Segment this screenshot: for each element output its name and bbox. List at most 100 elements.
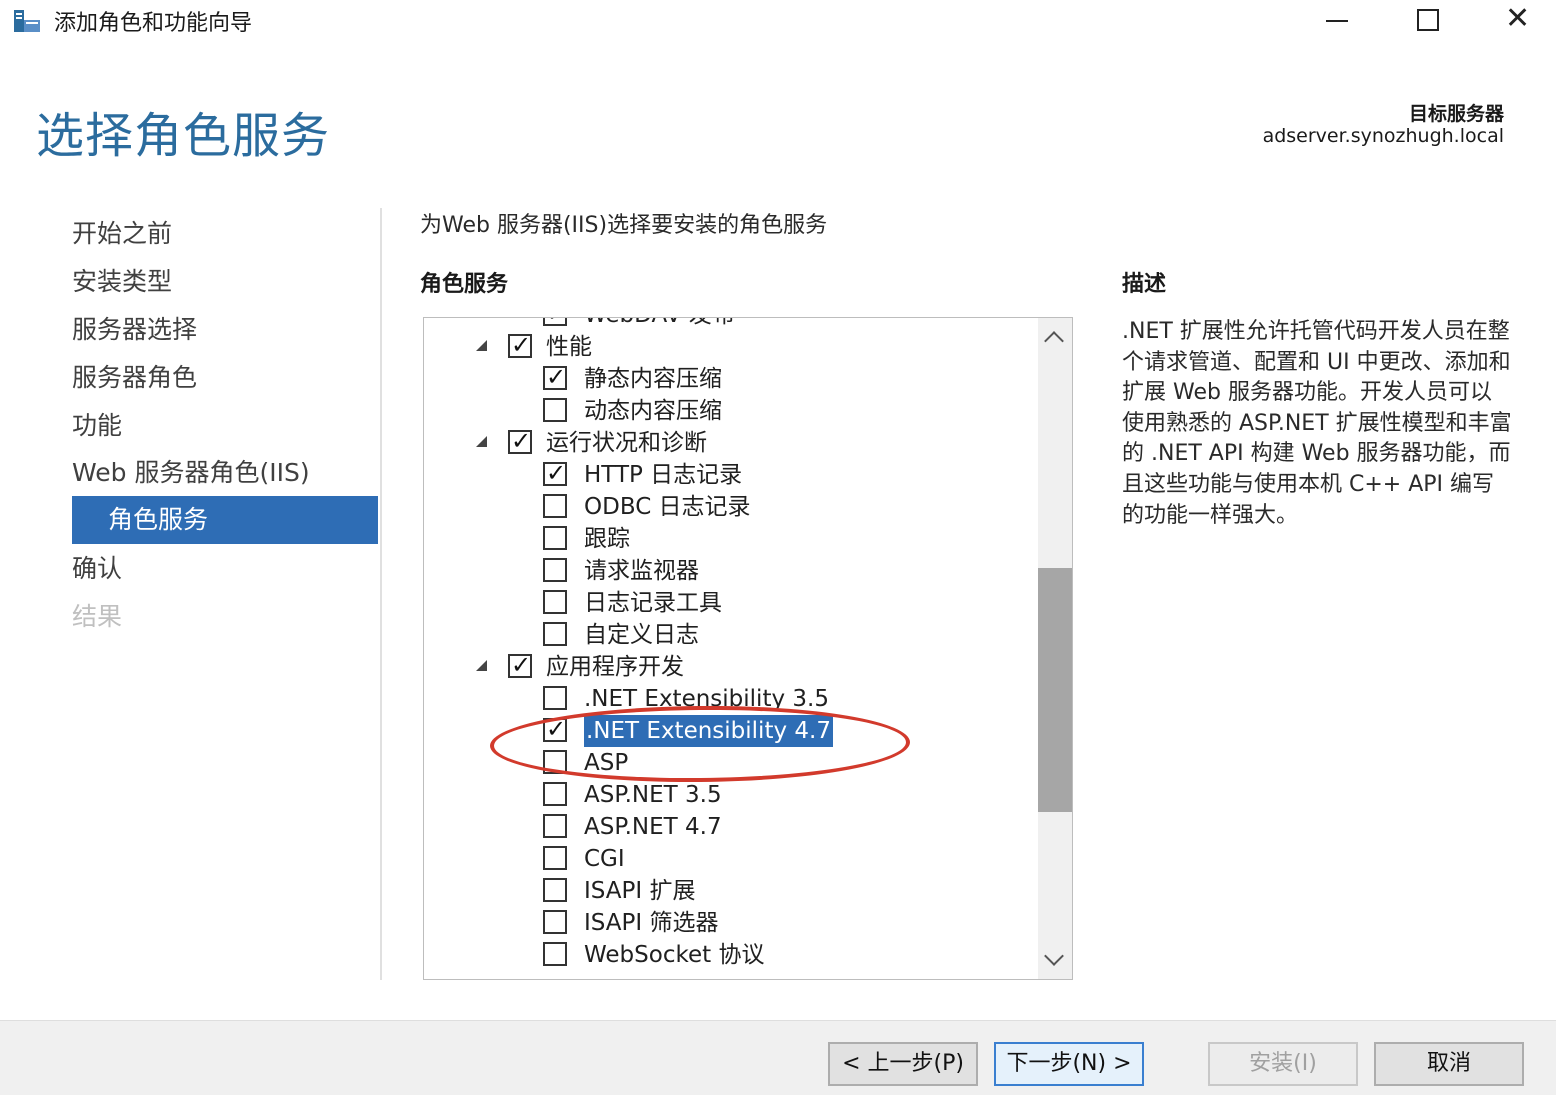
role-service-checkbox[interactable]: [543, 558, 567, 582]
tree-row[interactable]: 动态内容压缩: [424, 395, 1038, 427]
role-service-checkbox[interactable]: [543, 846, 567, 870]
nav-item-before-you-begin[interactable]: 开始之前: [72, 210, 172, 258]
scroll-down-button[interactable]: [1038, 943, 1072, 979]
close-button[interactable]: ✕: [1472, 0, 1556, 42]
tree-row[interactable]: ✓ 性能: [424, 331, 1038, 363]
title-bar: 添加角色和功能向导 ✕: [0, 0, 1556, 48]
tree-row[interactable]: WebSocket 协议: [424, 939, 1038, 971]
role-service-checkbox[interactable]: [543, 942, 567, 966]
minimize-icon: [1326, 20, 1348, 22]
role-service-checkbox[interactable]: ✓: [543, 318, 567, 327]
chevron-up-icon: [1044, 331, 1064, 351]
role-service-checkbox[interactable]: [543, 750, 567, 774]
target-server-label: 目标服务器: [1408, 103, 1504, 125]
tree-row[interactable]: ✓ WebDAV 发布: [424, 318, 1038, 331]
role-service-checkbox[interactable]: [543, 622, 567, 646]
nav-item-role-services[interactable]: 角色服务: [72, 496, 378, 544]
tree-row[interactable]: 跟踪: [424, 523, 1038, 555]
expand-collapse-icon[interactable]: [476, 436, 487, 447]
previous-button[interactable]: < 上一步(P): [828, 1042, 978, 1086]
tree-row[interactable]: ✓ 应用程序开发: [424, 651, 1038, 683]
expand-collapse-icon[interactable]: [476, 660, 487, 671]
role-service-label[interactable]: WebSocket 协议: [584, 939, 764, 971]
role-service-label[interactable]: ASP.NET 4.7: [584, 811, 722, 843]
role-service-label[interactable]: ASP: [584, 747, 628, 779]
tree-row[interactable]: 请求监视器: [424, 555, 1038, 587]
role-service-label[interactable]: 请求监视器: [584, 555, 699, 587]
scroll-up-button[interactable]: [1038, 318, 1072, 354]
role-service-checkbox[interactable]: [543, 686, 567, 710]
maximize-button[interactable]: [1381, 0, 1473, 42]
checkmark-icon: ✓: [511, 331, 532, 359]
tree-row[interactable]: ✓ 运行状况和诊断: [424, 427, 1038, 459]
role-service-checkbox[interactable]: ✓: [508, 427, 532, 455]
role-service-label[interactable]: .NET Extensibility 3.5: [584, 683, 829, 715]
role-service-checkbox[interactable]: [543, 590, 567, 614]
tree-row[interactable]: ASP.NET 3.5: [424, 779, 1038, 811]
tree-row[interactable]: 日志记录工具: [424, 587, 1038, 619]
instruction-text: 为Web 服务器(IIS)选择要安装的角色服务: [420, 213, 828, 238]
role-service-checkbox[interactable]: [543, 910, 567, 934]
role-service-label[interactable]: CGI: [584, 843, 625, 875]
role-service-label[interactable]: ISAPI 筛选器: [584, 907, 719, 939]
role-service-checkbox[interactable]: ✓: [543, 459, 567, 487]
role-service-label[interactable]: 跟踪: [584, 523, 630, 555]
nav-item-installation-type[interactable]: 安装类型: [72, 258, 172, 306]
role-service-label[interactable]: 性能: [546, 331, 592, 363]
tree-row[interactable]: ASP: [424, 747, 1038, 779]
role-service-checkbox[interactable]: [543, 398, 567, 422]
scroll-thumb[interactable]: [1038, 568, 1072, 812]
role-service-checkbox[interactable]: [543, 494, 567, 518]
role-service-label[interactable]: 自定义日志: [584, 619, 699, 651]
nav-item-features[interactable]: 功能: [72, 402, 122, 450]
tree-row[interactable]: ASP.NET 4.7: [424, 811, 1038, 843]
role-service-checkbox[interactable]: ✓: [543, 363, 567, 391]
role-service-label[interactable]: HTTP 日志记录: [584, 459, 742, 491]
expand-collapse-icon[interactable]: [476, 340, 487, 351]
nav-item-web-server-role[interactable]: Web 服务器角色(IIS): [72, 449, 310, 497]
tree-row[interactable]: ISAPI 扩展: [424, 875, 1038, 907]
tree-row[interactable]: 自定义日志: [424, 619, 1038, 651]
checkmark-icon: ✓: [511, 427, 532, 455]
role-service-label[interactable]: ASP.NET 3.5: [584, 779, 722, 811]
tree-row[interactable]: .NET Extensibility 3.5: [424, 683, 1038, 715]
nav-item-server-roles[interactable]: 服务器角色: [72, 354, 197, 402]
tree-scrollbar[interactable]: [1038, 318, 1072, 979]
role-service-checkbox[interactable]: ✓: [543, 715, 567, 743]
role-service-label[interactable]: ODBC 日志记录: [584, 491, 751, 523]
role-services-tree[interactable]: ✓WebDAV 发布✓性能✓静态内容压缩动态内容压缩✓运行状况和诊断✓HTTP …: [423, 317, 1073, 980]
role-services-header: 角色服务: [420, 272, 509, 297]
nav-item-confirmation[interactable]: 确认: [72, 545, 122, 593]
minimize-button[interactable]: [1290, 0, 1382, 42]
cancel-button[interactable]: 取消: [1374, 1042, 1524, 1086]
role-service-checkbox[interactable]: [543, 782, 567, 806]
checkmark-icon: ✓: [546, 363, 567, 391]
role-service-label[interactable]: WebDAV 发布: [584, 318, 735, 331]
role-service-label[interactable]: .NET Extensibility 4.7: [584, 715, 833, 747]
nav-item-server-selection[interactable]: 服务器选择: [72, 306, 197, 354]
role-service-label[interactable]: 应用程序开发: [546, 651, 684, 683]
tree-row[interactable]: ODBC 日志记录: [424, 491, 1038, 523]
server-manager-icon: [14, 10, 40, 32]
role-service-label[interactable]: 静态内容压缩: [584, 363, 722, 395]
role-service-label[interactable]: 运行状况和诊断: [546, 427, 707, 459]
tree-row[interactable]: ✓ 静态内容压缩: [424, 363, 1038, 395]
role-service-checkbox[interactable]: ✓: [508, 651, 532, 679]
next-button[interactable]: 下一步(N) >: [994, 1042, 1144, 1086]
role-service-checkbox[interactable]: [543, 526, 567, 550]
checkmark-icon: ✓: [546, 318, 566, 327]
tree-row[interactable]: ISAPI 筛选器: [424, 907, 1038, 939]
role-service-checkbox[interactable]: [543, 814, 567, 838]
chevron-down-icon: [1044, 946, 1064, 966]
role-service-label[interactable]: 日志记录工具: [584, 587, 722, 619]
role-service-checkbox[interactable]: [543, 878, 567, 902]
role-service-label[interactable]: ISAPI 扩展: [584, 875, 696, 907]
role-service-label[interactable]: 动态内容压缩: [584, 395, 722, 427]
tree-row[interactable]: ✓ HTTP 日志记录: [424, 459, 1038, 491]
checkmark-icon: ✓: [546, 715, 567, 743]
maximize-icon: [1417, 9, 1439, 31]
role-service-checkbox[interactable]: ✓: [508, 331, 532, 359]
tree-row[interactable]: ✓ .NET Extensibility 4.7: [424, 715, 1038, 747]
tree-row[interactable]: CGI: [424, 843, 1038, 875]
nav-item-results: 结果: [72, 602, 123, 631]
